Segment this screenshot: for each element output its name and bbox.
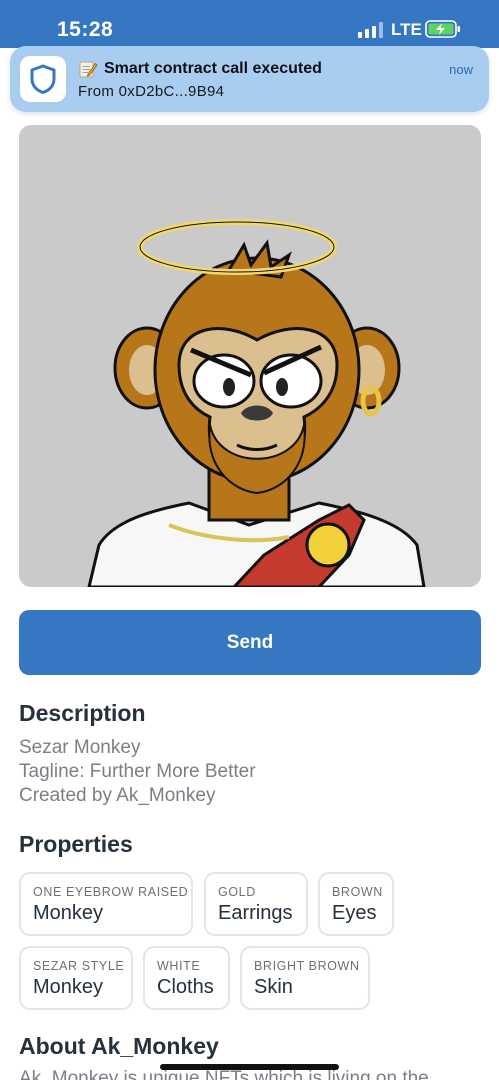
memo-icon [79, 61, 98, 78]
property-chip[interactable]: BRIGHT BROWN Skin [240, 946, 370, 1010]
property-chip[interactable]: SEZAR STYLE Monkey [19, 946, 133, 1010]
description-heading: Description [19, 700, 146, 726]
property-value: Skin [254, 976, 293, 998]
nft-image [19, 125, 481, 587]
notification-time: now [449, 62, 473, 77]
notification-body: From 0xD2bC...9B94 [78, 83, 225, 100]
cellular-signal-icon [358, 22, 383, 38]
notification-title-row: Smart contract call executed [78, 59, 322, 79]
property-value: Monkey [33, 976, 104, 998]
network-type: LTE [391, 20, 422, 39]
battery-charging-icon [425, 20, 460, 38]
property-key: SEZAR STYLE [33, 959, 125, 973]
description-line: Sezar Monkey [19, 737, 141, 758]
about-heading: About Ak_Monkey [19, 1033, 219, 1059]
property-value: Cloths [157, 976, 214, 998]
property-value: Eyes [332, 902, 377, 924]
wallet-app-icon [20, 56, 66, 102]
property-key: ONE EYEBROW RAISED [33, 885, 189, 899]
property-value: Monkey [33, 902, 104, 924]
property-chip[interactable]: GOLD Earrings [204, 872, 308, 936]
property-chip[interactable]: WHITE Cloths [143, 946, 230, 1010]
shield-icon [30, 64, 56, 94]
property-key: WHITE [157, 959, 201, 973]
property-key: BROWN [332, 885, 383, 899]
property-chip[interactable]: ONE EYEBROW RAISED Monkey [19, 872, 193, 936]
home-indicator[interactable] [160, 1064, 339, 1070]
description-line: Tagline: Further More Better [19, 761, 256, 782]
description-line: Created by Ak_Monkey [19, 785, 216, 806]
property-key: BRIGHT BROWN [254, 959, 360, 973]
send-button[interactable]: Send [19, 610, 481, 675]
status-time: 15:28 [57, 18, 114, 41]
property-value: Earrings [218, 902, 293, 924]
property-key: GOLD [218, 885, 256, 899]
properties-heading: Properties [19, 831, 133, 857]
property-chip[interactable]: BROWN Eyes [318, 872, 394, 936]
status-bar: 15:28 LTE [0, 0, 499, 48]
monkey-illustration [87, 219, 426, 587]
notification-title: Smart contract call executed [104, 60, 322, 77]
notification-banner[interactable]: Smart contract call executed From 0xD2bC… [10, 46, 489, 112]
